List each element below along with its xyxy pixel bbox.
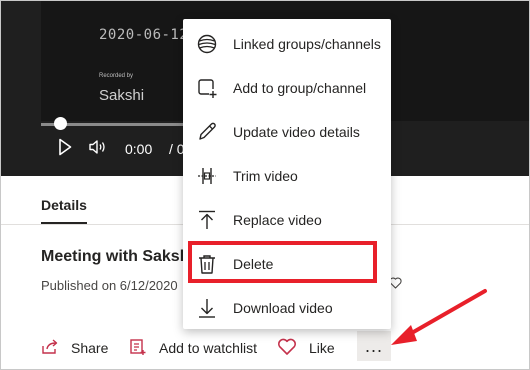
- menu-item-label: Add to group/channel: [233, 80, 367, 96]
- like-button[interactable]: Like: [277, 337, 335, 359]
- video-title: Meeting with Saksh: [41, 248, 190, 265]
- menu-item-linked-groups[interactable]: Linked groups/channels: [183, 22, 391, 66]
- pencil-icon: [195, 120, 219, 144]
- more-options-button[interactable]: ...: [357, 331, 391, 361]
- share-icon: [41, 338, 59, 358]
- download-arrow-icon: [195, 296, 219, 320]
- share-button[interactable]: Share: [41, 337, 108, 359]
- menu-item-label: Download video: [233, 300, 333, 316]
- published-date: Published on 6/12/2020: [41, 278, 178, 293]
- watchlist-label: Add to watchlist: [159, 340, 258, 356]
- menu-item-trim-video[interactable]: Trim video: [183, 154, 391, 198]
- like-label: Like: [309, 340, 335, 356]
- heart-icon: [277, 338, 297, 359]
- add-to-watchlist-button[interactable]: Add to watchlist: [129, 337, 257, 359]
- volume-icon: [88, 139, 108, 160]
- more-icon: ...: [364, 335, 383, 356]
- linked-groups-icon: [195, 32, 219, 56]
- menu-item-add-to-group[interactable]: Add to group/channel: [183, 66, 391, 110]
- time-current: 0:00: [125, 141, 153, 157]
- menu-item-label: Linked groups/channels: [233, 36, 381, 52]
- watchlist-icon: [129, 338, 147, 359]
- progress-thumb[interactable]: [54, 117, 67, 130]
- play-button[interactable]: [55, 137, 75, 161]
- tab-details[interactable]: Details: [41, 197, 87, 213]
- menu-item-download-video[interactable]: Download video: [183, 286, 391, 330]
- volume-button[interactable]: [87, 137, 109, 161]
- menu-item-update-details[interactable]: Update video details: [183, 110, 391, 154]
- trim-icon: [195, 164, 219, 188]
- delete-highlight-box: [188, 241, 377, 283]
- add-to-group-icon: [195, 76, 219, 100]
- app-frame: 2020-06-12 1 Recorded by Sakshi 0:00 / 0…: [0, 0, 530, 370]
- upload-arrow-icon: [195, 208, 219, 232]
- heart-outline-icon: [389, 277, 402, 292]
- menu-item-replace-video[interactable]: Replace video: [183, 198, 391, 242]
- play-icon: [58, 138, 72, 161]
- menu-item-label: Replace video: [233, 212, 322, 228]
- video-overlay-recorded-by: Recorded by: [99, 73, 134, 79]
- menu-item-label: Trim video: [233, 168, 298, 184]
- menu-item-label: Update video details: [233, 124, 360, 140]
- share-label: Share: [71, 340, 109, 356]
- video-overlay-name: Sakshi: [99, 87, 145, 104]
